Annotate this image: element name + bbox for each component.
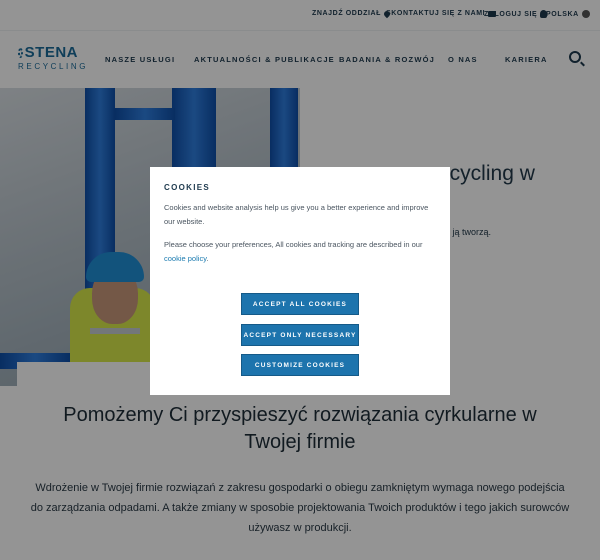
customize-cookies-button[interactable]: CUSTOMIZE COOKIES bbox=[241, 354, 359, 376]
cookie-policy-period: . bbox=[206, 254, 209, 263]
cookie-dialog: COOKIES Cookies and website analysis hel… bbox=[150, 167, 450, 395]
cookie-dialog-policy-text: Please choose your preferences, All cook… bbox=[164, 238, 436, 266]
accept-all-cookies-button[interactable]: ACCEPT ALL COOKIES bbox=[241, 293, 359, 315]
cookie-policy-link[interactable]: cookie policy bbox=[164, 254, 206, 263]
cookie-dialog-text: Cookies and website analysis help us giv… bbox=[164, 203, 429, 226]
cookie-dialog-title: COOKIES bbox=[164, 183, 210, 192]
accept-necessary-cookies-button[interactable]: ACCEPT ONLY NECESSARY bbox=[241, 324, 359, 346]
cookie-policy-intro: Please choose your preferences, All cook… bbox=[164, 240, 423, 249]
